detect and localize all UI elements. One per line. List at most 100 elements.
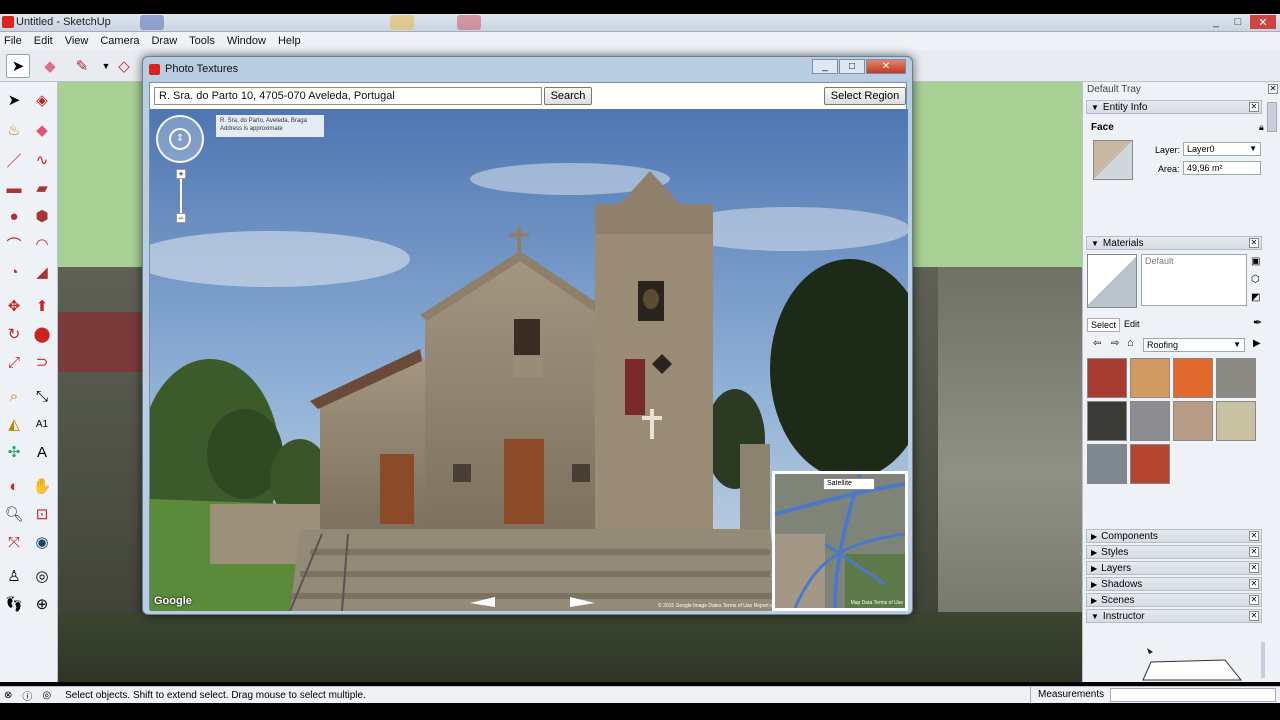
material-name-field[interactable]: Default [1141,254,1247,306]
geo-location-icon[interactable]: ⊗ [4,690,12,701]
section-plane-icon[interactable]: ⊕ [30,592,54,616]
scenes-close-button[interactable]: ✕ [1249,595,1259,605]
instructor-header[interactable]: ▼ Instructor ✕ [1086,609,1262,623]
search-button[interactable]: Search [544,87,592,105]
eraser-icon[interactable]: ◆ [38,54,62,78]
face-material-swatch[interactable] [1093,140,1133,180]
details-arrow-icon[interactable]: ▶ [1253,338,1261,349]
map-type-select[interactable]: Satellite [823,478,875,490]
tray-close-button[interactable]: ✕ [1268,84,1278,94]
maximize-button[interactable]: □ [1228,15,1248,29]
credits-icon[interactable]: ⓘ [22,688,32,703]
pencil-icon[interactable]: ✎ [70,54,94,78]
material-swatch[interactable] [1130,401,1170,441]
create-material-icon[interactable]: ⬡ [1251,274,1260,285]
orbit-icon[interactable]: ◐ [2,474,26,498]
zoom-out-button[interactable]: − [176,213,186,223]
display-secondary-icon[interactable]: ▣ [1251,256,1260,267]
position-camera-icon[interactable]: ♙ [2,564,26,588]
polygon-icon[interactable]: ⬢ [30,204,54,228]
rectangle-icon[interactable]: ▬ [2,176,26,200]
menu-tools[interactable]: Tools [189,35,215,47]
dialog-maximize-button[interactable]: □ [839,59,865,74]
menu-file[interactable]: File [4,35,22,47]
scenes-header[interactable]: ▶ Scenes ✕ [1086,593,1262,607]
materials-tab-edit[interactable]: Edit [1121,318,1143,330]
circle-icon[interactable]: ● [2,204,26,228]
two-point-arc-icon[interactable]: ◠ [30,232,54,256]
eraser-icon[interactable]: ◆ [30,118,54,142]
zoom-window-icon[interactable]: ⊡ [30,502,54,526]
styles-header[interactable]: ▶ Styles ✕ [1086,545,1262,559]
3d-text-icon[interactable]: A [30,440,54,464]
components-header[interactable]: ▶ Components ✕ [1086,529,1262,543]
paint-bucket-icon[interactable]: ♨ [2,118,26,142]
eyedropper-icon[interactable]: ✒ [1253,316,1262,329]
back-arrow-icon[interactable]: ⇦ [1093,338,1101,349]
shadows-header[interactable]: ▶ Shadows ✕ [1086,577,1262,591]
previous-view-icon[interactable]: ◉ [30,530,54,554]
pan-control[interactable]: ⇕ [156,115,204,163]
make-component-icon[interactable]: ◈ [30,88,54,112]
zoom-extents-icon[interactable]: ⤧ [2,530,26,554]
rotate-icon[interactable]: ↻ [2,322,26,346]
axes-icon[interactable]: ✣ [2,440,26,464]
walk-icon[interactable]: 👣︎ [2,592,26,616]
move-icon[interactable]: ✥ [2,294,26,318]
zoom-slider[interactable] [180,179,182,213]
material-swatch[interactable] [1130,444,1170,484]
dialog-close-button[interactable]: ✕ [866,59,906,74]
street-view-panorama[interactable]: ⇕ + − R. Sra. do Parto, Aveleda, Braga A… [150,109,908,611]
materials-tab-select[interactable]: Select [1087,318,1121,332]
shadows-close-button[interactable]: ✕ [1249,579,1259,589]
pan-icon[interactable]: ✋ [30,474,54,498]
follow-me-icon[interactable]: ⬤ [30,322,54,346]
layers-header[interactable]: ▶ Layers ✕ [1086,561,1262,575]
rotated-rectangle-icon[interactable]: ▰ [30,176,54,200]
dimension-icon[interactable]: ⤡ [30,384,54,408]
material-swatch[interactable] [1173,358,1213,398]
satellite-minimap[interactable]: Satellite Map Data Terms of Use [772,471,908,611]
select-icon[interactable]: ➤ [2,88,26,112]
text-icon[interactable]: A1 [30,412,54,436]
protractor-icon[interactable]: ◭ [2,412,26,436]
materials-close-button[interactable]: ✕ [1249,238,1259,248]
measurements-input[interactable] [1110,688,1276,702]
layers-close-button[interactable]: ✕ [1249,563,1259,573]
home-icon[interactable]: ⌂ [1127,337,1134,349]
material-swatch[interactable] [1130,358,1170,398]
shape-tool-icon[interactable]: ◇ [112,54,136,78]
dialog-minimize-button[interactable]: _ [812,59,838,74]
user-icon[interactable]: ◎ [42,690,51,701]
menu-help[interactable]: Help [278,35,301,47]
push-pull-icon[interactable]: ⬆ [30,294,54,318]
scale-icon[interactable]: ⤢ [2,350,26,374]
zoom-control[interactable]: + − [176,169,186,223]
select-tool-icon[interactable]: ➤ [6,54,30,78]
layer-select[interactable]: Layer0 ▼ [1183,142,1261,156]
tape-measure-icon[interactable]: ⌕ [2,384,26,408]
menu-window[interactable]: Window [227,35,266,47]
address-input[interactable] [154,87,542,105]
select-region-button[interactable]: Select Region [824,87,906,105]
instructor-close-button[interactable]: ✕ [1249,611,1259,621]
material-swatch[interactable] [1216,358,1256,398]
forward-arrow-icon[interactable]: ⇨ [1111,338,1119,349]
materials-header[interactable]: ▼ Materials ✕ [1086,236,1262,250]
tray-scrollbar[interactable] [1267,102,1277,132]
zoom-in-button[interactable]: + [176,169,186,179]
material-category-select[interactable]: Roofing ▼ [1143,338,1245,352]
material-swatch[interactable] [1087,444,1127,484]
components-close-button[interactable]: ✕ [1249,531,1259,541]
menu-edit[interactable]: Edit [34,35,53,47]
material-swatch[interactable] [1087,358,1127,398]
offset-icon[interactable]: ⊃ [30,350,54,374]
close-button[interactable]: ✕ [1250,15,1276,29]
menu-view[interactable]: View [65,35,89,47]
three-point-arc-icon[interactable]: ◢ [30,260,54,284]
pie-icon[interactable]: ◔ [2,260,26,284]
freehand-icon[interactable]: ∿ [30,148,54,172]
instructor-scrollbar[interactable] [1261,642,1265,678]
menu-camera[interactable]: Camera [100,35,139,47]
material-swatch[interactable] [1216,401,1256,441]
